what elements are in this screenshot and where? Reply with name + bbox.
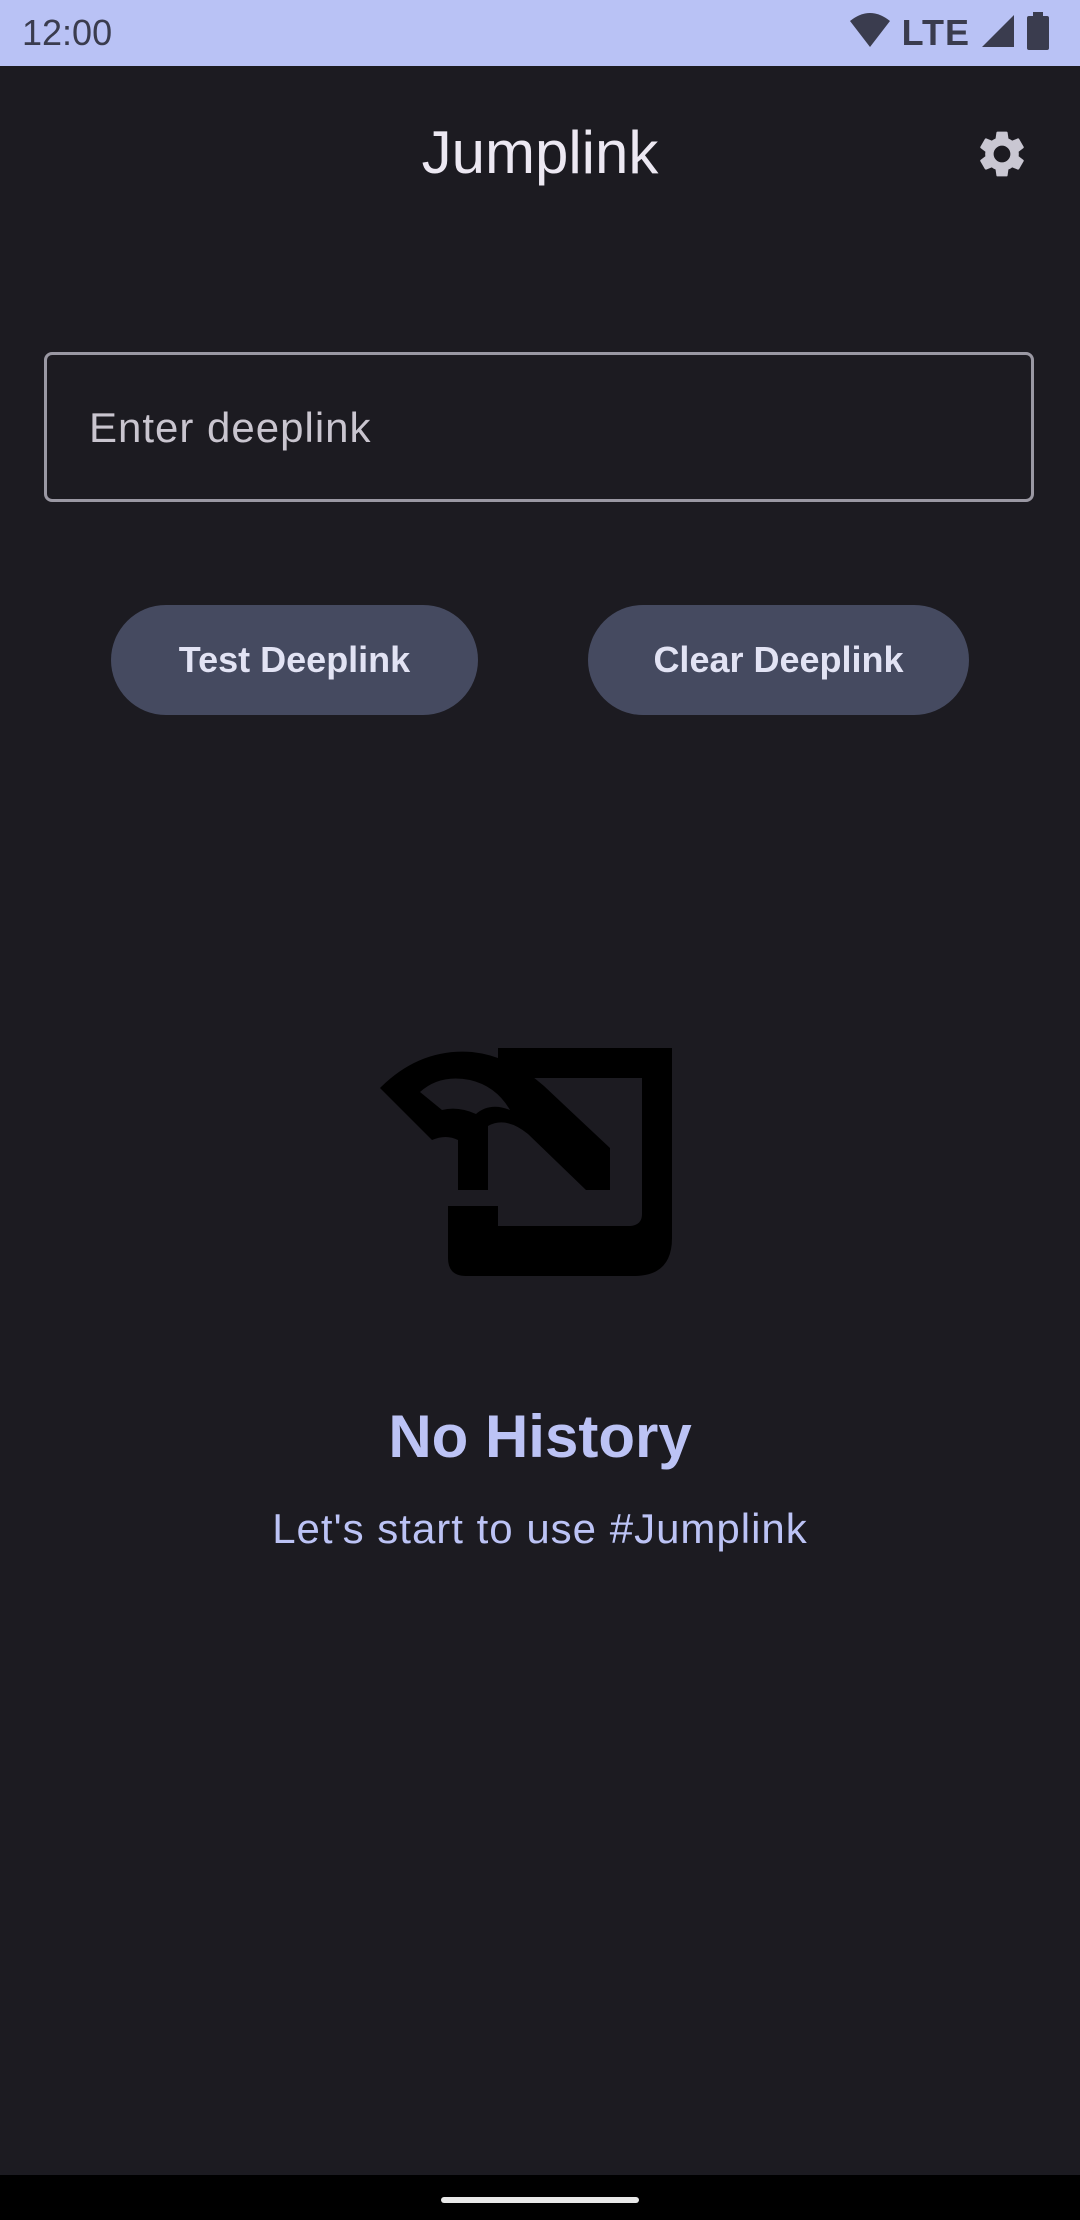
battery-icon: [1026, 11, 1050, 55]
status-bar: 12:00 LTE: [0, 0, 1080, 66]
empty-state-title: No History: [388, 1403, 692, 1470]
app-screen: 12:00 LTE Jumplink Enter deeplink Test D…: [0, 0, 1080, 2220]
status-icons: LTE: [848, 10, 1050, 56]
cellular-signal-icon: [980, 13, 1016, 54]
test-deeplink-button[interactable]: Test Deeplink: [111, 605, 478, 715]
empty-state-subtitle: Let's start to use #Jumplink: [272, 1505, 808, 1552]
gear-icon: [974, 126, 1030, 187]
clear-deeplink-button[interactable]: Clear Deeplink: [588, 605, 969, 715]
navigation-bar: [0, 2175, 1080, 2220]
home-gesture-handle[interactable]: [441, 2197, 639, 2203]
deeplink-field[interactable]: [44, 352, 1034, 502]
network-type-label: LTE: [901, 12, 970, 53]
app-title: Jumplink: [421, 119, 659, 186]
settings-button[interactable]: [970, 124, 1034, 188]
deeplink-input[interactable]: [87, 355, 1011, 501]
history-empty-icon: [380, 1040, 680, 1290]
status-time: 12:00: [22, 12, 113, 53]
wifi-icon: [848, 11, 892, 56]
